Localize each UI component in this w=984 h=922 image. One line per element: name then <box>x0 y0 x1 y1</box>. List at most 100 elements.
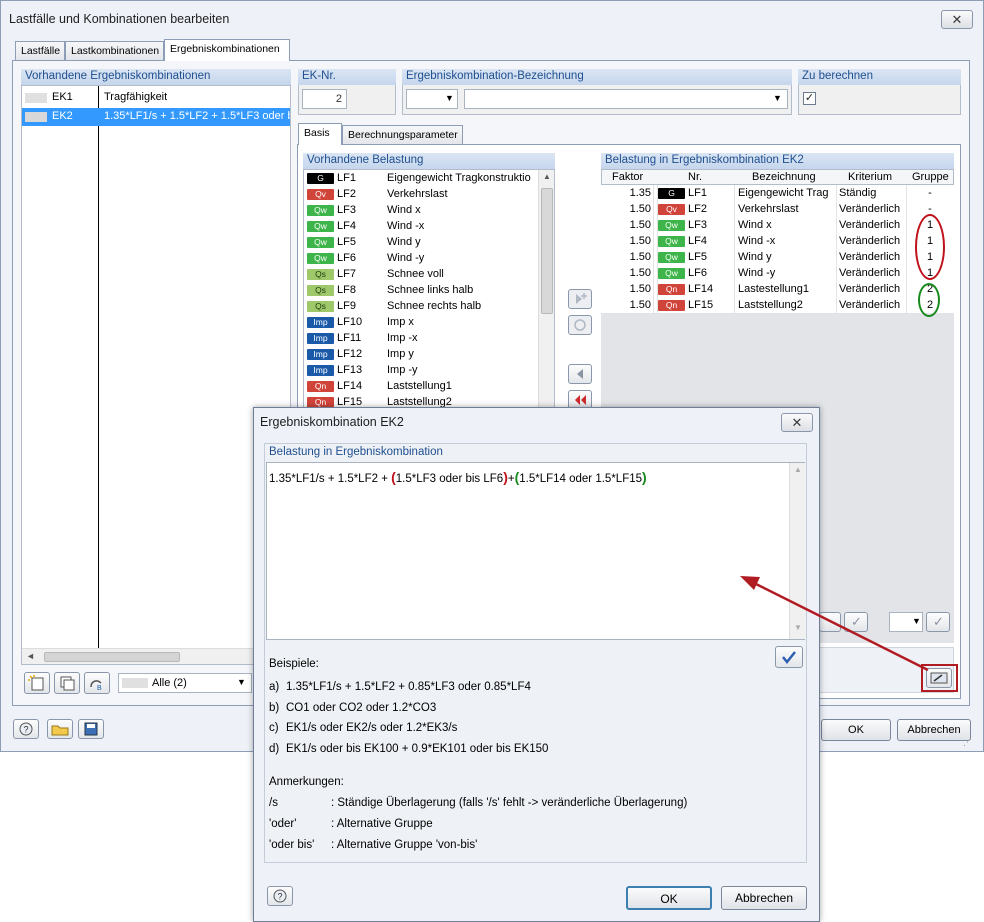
copy-combination-button[interactable] <box>54 672 80 694</box>
dropdown-arrow-icon[interactable]: ▼ <box>912 616 921 626</box>
combination-row[interactable]: 1.50 Qn LF14 Lastestellung1 Veränderlich 2 <box>601 281 954 297</box>
apply-group-button[interactable]: ✓ <box>926 612 950 632</box>
main-cancel-button[interactable]: Abbrechen <box>897 719 971 741</box>
load-name: Schnee links halb <box>387 284 474 296</box>
load-type-badge: G <box>307 173 334 184</box>
note-text: : Ständige Überlagerung (falls '/s' fehl… <box>331 797 688 809</box>
combination-row[interactable]: 1.50 Qw LF6 Wind -y Veränderlich 1 <box>601 265 954 281</box>
help-icon: ? <box>273 889 287 903</box>
tab-lastkombinationen[interactable]: Lastkombinationen <box>65 41 164 61</box>
filter-select[interactable]: Alle (2) ▼ <box>118 673 252 693</box>
group-2-highlight <box>918 283 940 317</box>
load-row[interactable]: Qn LF14 Laststellung1 <box>304 378 538 394</box>
load-nr: LF1 <box>337 172 356 184</box>
apply-check-button[interactable]: ✓ <box>844 612 868 632</box>
add-all-button[interactable] <box>568 315 592 335</box>
horizontal-scrollbar[interactable]: ◄ <box>22 648 290 664</box>
group-select[interactable]: ▼ <box>889 612 923 632</box>
scroll-thumb[interactable] <box>44 652 180 662</box>
scroll-down-icon[interactable]: ▼ <box>794 623 802 632</box>
load-name: Wind y <box>387 236 421 248</box>
scroll-left-icon[interactable]: ◄ <box>26 651 35 661</box>
dialog-help-button[interactable]: ? <box>267 886 293 906</box>
to-calculate-checkbox[interactable]: ✓ <box>803 92 816 105</box>
combination-row[interactable]: 1.50 Qw LF4 Wind -x Veränderlich 1 <box>601 233 954 249</box>
designation-input[interactable]: ▼ <box>464 89 788 109</box>
load-type-badge: Qw <box>307 221 334 232</box>
load-row[interactable]: Qv LF2 Verkehrslast <box>304 186 538 202</box>
list-item[interactable]: EK1 Tragfähigkeit <box>22 89 290 107</box>
apply-check-icon <box>782 651 796 665</box>
apply-factor-button[interactable] <box>819 612 841 632</box>
combination-row[interactable]: 1.50 Qv LF2 Verkehrslast Veränderlich - <box>601 201 954 217</box>
apply-check-icon: ✓ <box>933 614 944 629</box>
row-name: Eigengewicht Trag <box>738 187 829 199</box>
resize-grip[interactable]: ⋰ <box>963 737 972 748</box>
dialog-ok-button[interactable]: OK <box>626 886 712 910</box>
load-type-badge: Qw <box>307 205 334 216</box>
combination-row[interactable]: 1.50 Qw LF5 Wind y Veränderlich 1 <box>601 249 954 265</box>
dialog-cancel-button[interactable]: Abbrechen <box>721 886 807 910</box>
load-row[interactable]: Qw LF3 Wind x <box>304 202 538 218</box>
tab-basis[interactable]: Basis <box>298 123 342 145</box>
load-row[interactable]: G LF1 Eigengewicht Tragkonstruktio <box>304 170 538 186</box>
tab-ergebniskombinationen[interactable]: Ergebniskombinationen <box>164 39 290 61</box>
help-button[interactable]: ? <box>13 719 39 739</box>
ek-nr-input[interactable]: 2 <box>302 89 347 109</box>
remove-selected-button[interactable] <box>568 364 592 384</box>
open-button[interactable] <box>47 719 73 739</box>
load-row[interactable]: Qw LF4 Wind -x <box>304 218 538 234</box>
scroll-up-icon[interactable]: ▲ <box>543 172 551 181</box>
apply-formula-button[interactable] <box>775 646 803 668</box>
save-button[interactable] <box>78 719 104 739</box>
group-2-close-paren: ) <box>642 469 647 485</box>
row-criterion: Veränderlich <box>839 235 901 247</box>
main-ok-button[interactable]: OK <box>821 719 891 741</box>
row-factor: 1.50 <box>629 299 651 311</box>
new-combination-button[interactable] <box>24 672 50 694</box>
designation-prefix-select[interactable]: ▼ <box>406 89 458 109</box>
edit-formula-button[interactable] <box>926 668 952 688</box>
renumber-combination-button[interactable]: B <box>84 672 110 694</box>
column-header-gruppe: Gruppe <box>912 171 949 183</box>
combination-row[interactable]: 1.50 Qn LF15 Laststellung2 Veränderlich 2 <box>601 297 954 313</box>
dropdown-arrow-icon[interactable]: ▼ <box>773 93 782 103</box>
row-nr: LF15 <box>688 299 714 311</box>
column-divider <box>98 86 99 648</box>
load-type-badge: G <box>658 188 685 199</box>
load-row[interactable]: Qs LF7 Schnee voll <box>304 266 538 282</box>
load-row[interactable]: Imp LF11 Imp -x <box>304 330 538 346</box>
load-row[interactable]: Qw LF6 Wind -y <box>304 250 538 266</box>
dropdown-arrow-icon[interactable]: ▼ <box>445 93 454 103</box>
add-selected-button[interactable] <box>568 289 592 309</box>
edit-formula-icon <box>930 672 948 684</box>
row-name: Lastestellung1 <box>738 283 809 295</box>
load-row[interactable]: Qs LF9 Schnee rechts halb <box>304 298 538 314</box>
example-key: c) <box>269 722 279 735</box>
formula-scrollbar[interactable]: ▲ ▼ <box>789 463 805 639</box>
load-row[interactable]: Imp LF12 Imp y <box>304 346 538 362</box>
formula-input[interactable]: 1.35*LF1/s + 1.5*LF2 + (1.5*LF3 oder bis… <box>266 462 805 640</box>
scroll-thumb[interactable] <box>541 188 553 314</box>
column-header-faktor: Faktor <box>612 171 644 183</box>
load-row[interactable]: Imp LF13 Imp -y <box>304 362 538 378</box>
combination-row[interactable]: 1.35 G LF1 Eigengewicht Trag Ständig - <box>601 185 954 201</box>
ek-nr-body: 2 <box>298 85 396 115</box>
vertical-scrollbar[interactable]: ▲ <box>538 170 554 411</box>
dialog-section-label: Belastung in Ergebniskombination <box>269 446 443 458</box>
load-name: Verkehrslast <box>387 188 448 200</box>
renumber-icon: B <box>90 680 102 692</box>
combination-row[interactable]: 1.50 Qw LF3 Wind x Veränderlich 1 <box>601 217 954 233</box>
group-1-highlight <box>915 214 945 280</box>
load-row[interactable]: Imp LF10 Imp x <box>304 314 538 330</box>
window-close-button[interactable]: ✕ <box>941 10 973 29</box>
load-row[interactable]: Qs LF8 Schnee links halb <box>304 282 538 298</box>
tab-berechnungsparameter[interactable]: Berechnungsparameter <box>342 125 463 145</box>
load-type-badge: Qw <box>658 236 685 247</box>
list-item-selected[interactable]: EK2 1.35*LF1/s + 1.5*LF2 + 1.5*LF3 oder … <box>22 108 290 126</box>
tab-lastfaelle[interactable]: Lastfälle <box>15 41 65 61</box>
dropdown-arrow-icon[interactable]: ▼ <box>237 677 246 687</box>
scroll-up-icon[interactable]: ▲ <box>794 465 802 474</box>
load-row[interactable]: Qw LF5 Wind y <box>304 234 538 250</box>
dialog-close-button[interactable]: ✕ <box>781 413 813 432</box>
